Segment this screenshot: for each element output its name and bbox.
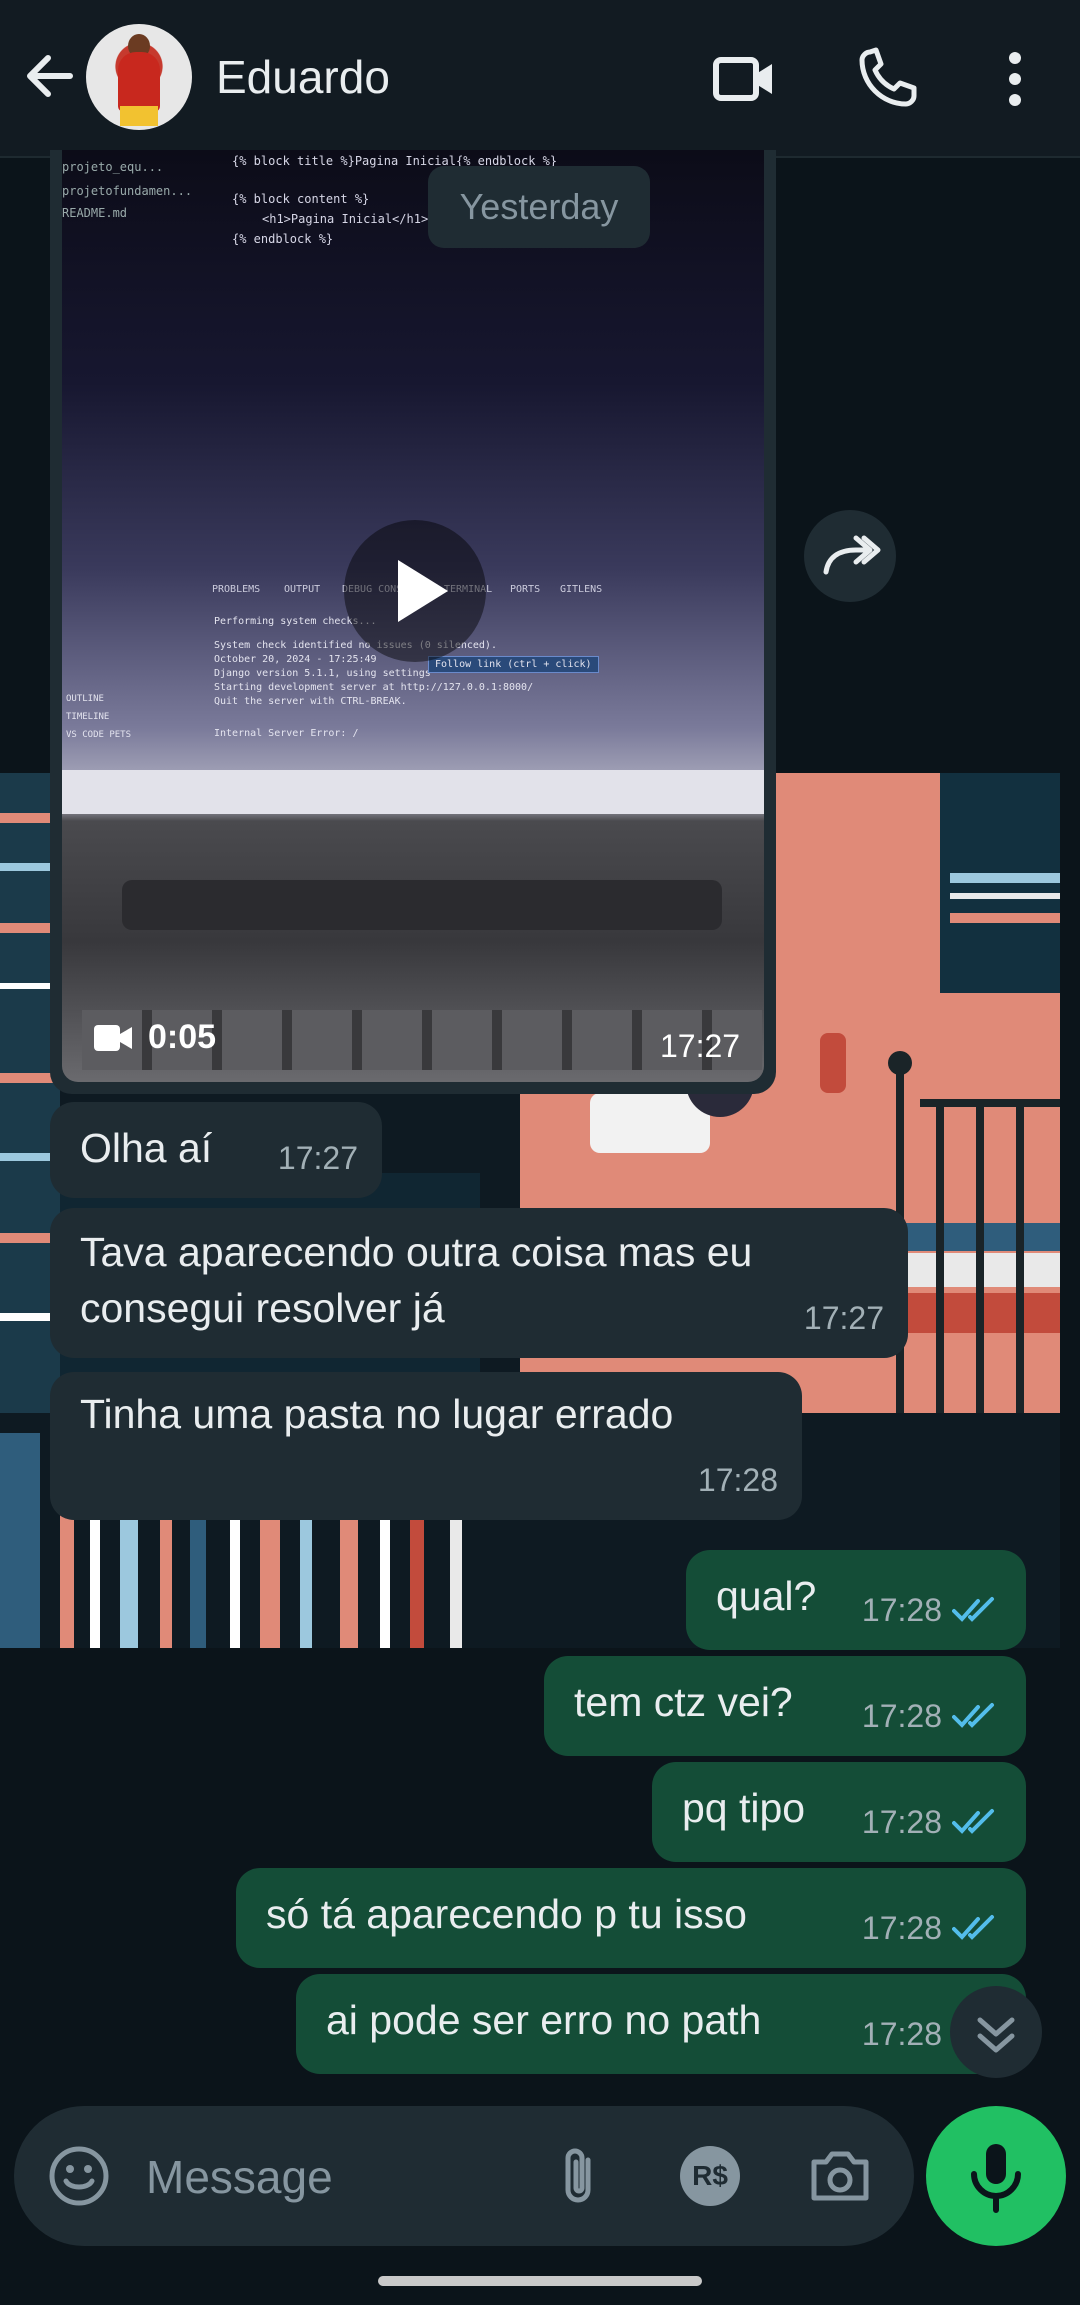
- attach-icon[interactable]: [544, 2140, 616, 2212]
- sidebar-file: README.md: [62, 206, 128, 220]
- incoming-message[interactable]: Tava aparecendo outra coisa mas eu conse…: [50, 1208, 908, 1358]
- forward-icon[interactable]: [804, 510, 896, 602]
- chat-header: Eduardo: [0, 0, 1080, 158]
- play-icon[interactable]: [344, 520, 486, 662]
- terminal-line: Django version 5.1.1, using settings: [214, 668, 431, 679]
- message-time: 17:27: [803, 1300, 884, 1336]
- message-input[interactable]: [144, 2136, 528, 2218]
- terminal-line: Starting development server at http://12…: [214, 682, 534, 693]
- outgoing-message[interactable]: pq tipo 17:28: [652, 1762, 1026, 1862]
- sidebar-file: projetofundamen...: [62, 184, 193, 198]
- message-time: 17:27: [277, 1140, 358, 1176]
- message-time: 17:28: [861, 1804, 942, 1840]
- outgoing-message[interactable]: só tá aparecendo p tu isso 17:28: [236, 1868, 1026, 1968]
- message-text: tem ctz vei?: [574, 1679, 793, 1725]
- scroll-down-icon[interactable]: [950, 1986, 1042, 2078]
- mic-icon[interactable]: [926, 2106, 1066, 2246]
- video-duration: 0:05: [92, 1018, 216, 1057]
- read-receipt-icon: [952, 1809, 994, 1834]
- sidebar-file: projeto_equ...: [62, 160, 164, 174]
- payment-icon[interactable]: R$: [674, 2140, 746, 2212]
- voice-call-icon[interactable]: [852, 44, 922, 114]
- message-time: 17:28: [861, 1910, 942, 1946]
- read-receipt-icon: [952, 1915, 994, 1940]
- video-timestamp: 17:27: [660, 1028, 741, 1064]
- outgoing-message[interactable]: tem ctz vei? 17:28: [544, 1656, 1026, 1756]
- message-text-line: Tava aparecendo outra coisa mas eu: [80, 1229, 753, 1275]
- camera-icon[interactable]: [804, 2140, 876, 2212]
- code-line: {% endblock %}: [232, 232, 334, 246]
- message-text: só tá aparecendo p tu isso: [266, 1891, 747, 1937]
- video-call-icon[interactable]: [710, 44, 780, 114]
- message-meta: 17:28: [862, 1582, 1002, 1638]
- video-camera-icon: [94, 1024, 132, 1051]
- contact-name[interactable]: Eduardo: [216, 50, 390, 104]
- outline-item: VS CODE PETS: [66, 730, 132, 740]
- read-receipt-icon: [952, 1703, 994, 1728]
- outgoing-message[interactable]: qual? 17:28: [686, 1550, 1026, 1650]
- panel-tab: OUTPUT: [284, 584, 321, 595]
- home-indicator[interactable]: [378, 2276, 702, 2286]
- message-text: qual?: [716, 1573, 817, 1619]
- more-options-icon[interactable]: [980, 44, 1050, 114]
- video-message[interactable]: projeto_equ... projetofundamen... README…: [50, 150, 776, 1094]
- code-line: <h1>Pagina Inicial</h1>: [262, 212, 429, 226]
- message-text: Tinha uma pasta no lugar errado: [80, 1391, 674, 1437]
- day-divider: Yesterday: [428, 166, 650, 248]
- outline-item: TIMELINE: [66, 712, 110, 722]
- payment-label: R$: [692, 2160, 728, 2191]
- video-duration-text: 0:05: [148, 1018, 217, 1056]
- panel-tab: PORTS: [510, 584, 541, 595]
- message-time: 17:28: [697, 1462, 778, 1498]
- message-time: 17:28: [861, 1698, 942, 1734]
- message-text: Olha aí: [80, 1125, 213, 1171]
- panel-tab: GITLENS: [560, 584, 603, 595]
- laptop-hinge: [122, 880, 722, 930]
- panel-tab: PROBLEMS: [212, 584, 261, 595]
- message-meta: 17:28: [862, 1688, 1002, 1744]
- message-time: 17:28: [861, 1592, 942, 1628]
- emoji-icon[interactable]: [44, 2141, 114, 2211]
- terminal-line: Quit the server with CTRL-BREAK.: [214, 696, 407, 707]
- message-text: pq tipo: [682, 1785, 806, 1831]
- outline-item: OUTLINE: [66, 694, 104, 704]
- outgoing-message[interactable]: ai pode ser erro no path 17:28: [296, 1974, 1026, 2074]
- back-arrow-icon[interactable]: [18, 44, 82, 108]
- message-meta: 17:28: [862, 1794, 1002, 1850]
- terminal-line: Internal Server Error: /: [214, 728, 359, 739]
- follow-link-tooltip: Follow link (ctrl + click): [428, 656, 599, 673]
- message-text-line: consegui resolver já: [80, 1285, 445, 1331]
- code-line: {% block content %}: [232, 192, 370, 206]
- message-time: 17:28: [861, 2016, 942, 2052]
- contact-avatar[interactable]: [86, 24, 192, 130]
- terminal-line: October 20, 2024 - 17:25:49: [214, 654, 377, 665]
- incoming-message[interactable]: Olha aí 17:27: [50, 1102, 382, 1198]
- message-meta: 17:28: [862, 1900, 1002, 1956]
- read-receipt-icon: [952, 1597, 994, 1622]
- incoming-message[interactable]: Tinha uma pasta no lugar errado 17:28: [50, 1372, 802, 1520]
- laptop-screen-bottom: [62, 770, 764, 814]
- message-composer: R$: [14, 2106, 914, 2246]
- message-text: ai pode ser erro no path: [326, 1997, 762, 2043]
